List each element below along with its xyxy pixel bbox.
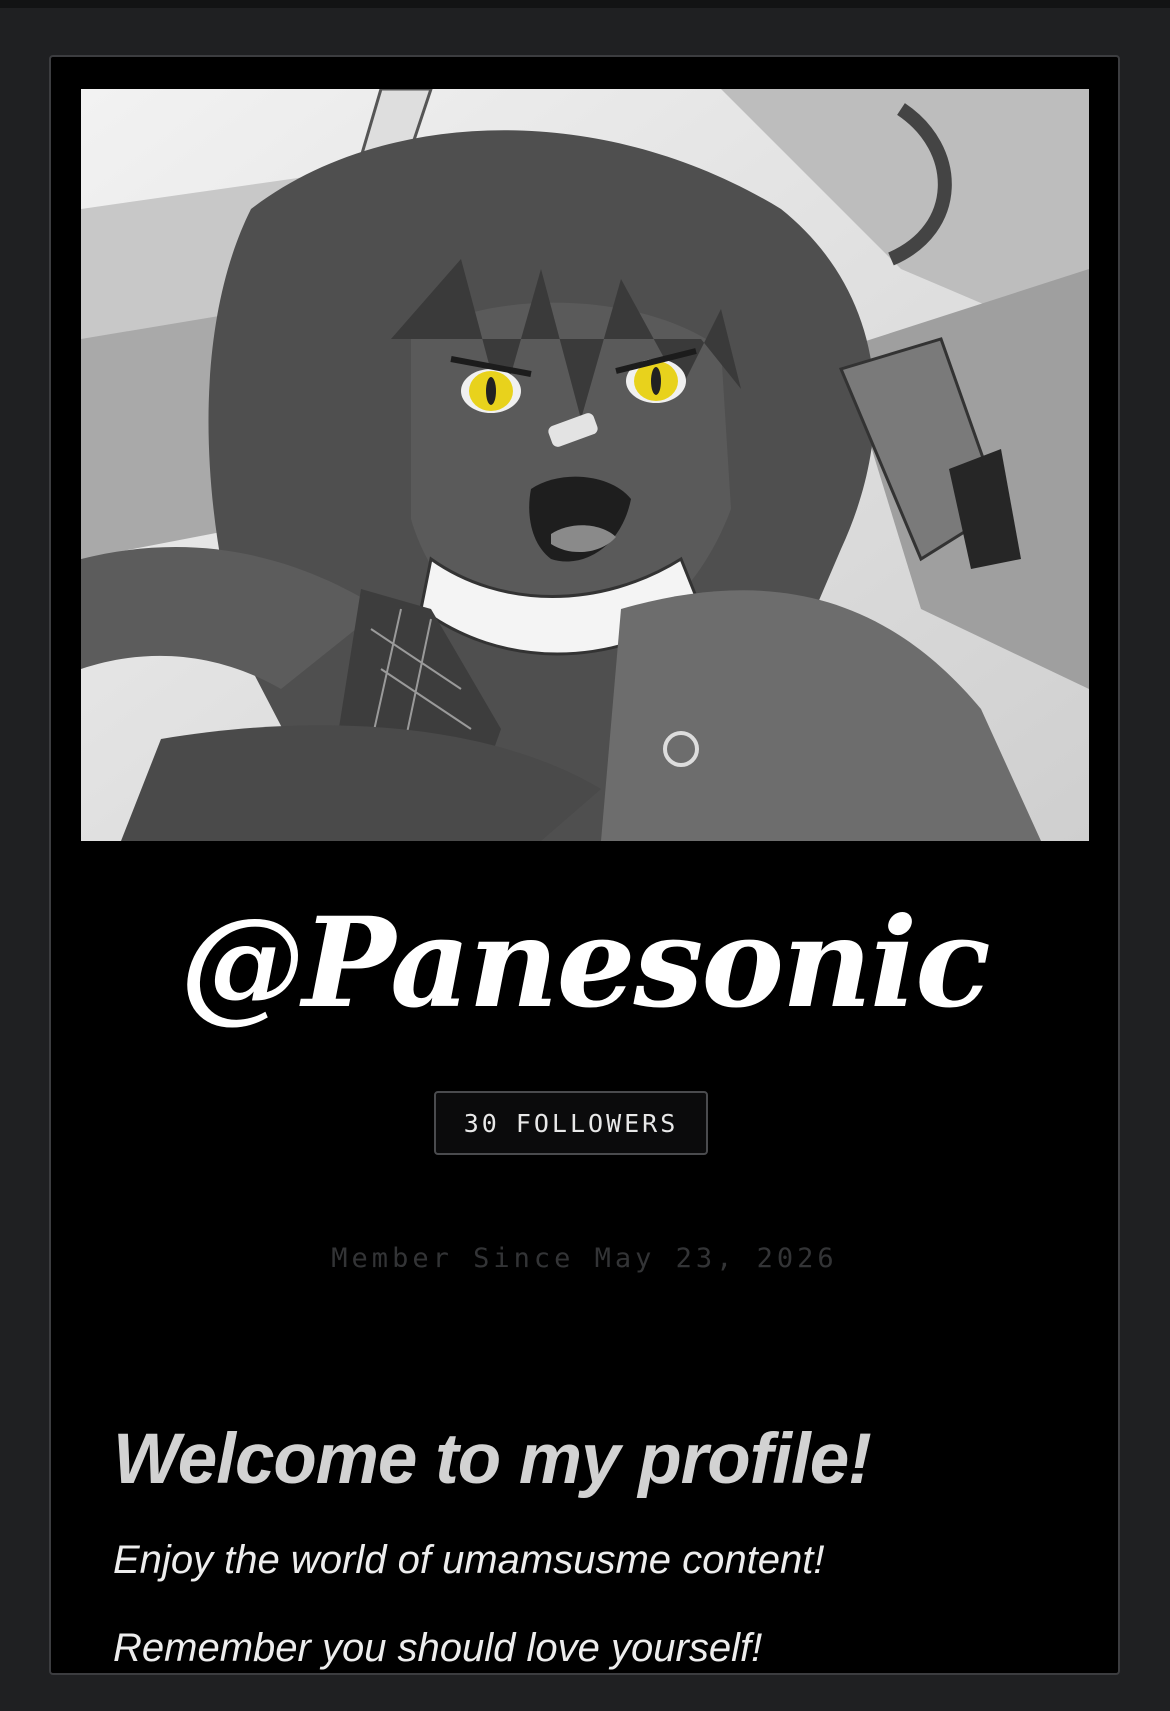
bio-line: Remember you should love yourself! bbox=[113, 1626, 763, 1670]
profile-username: @Panesonic bbox=[180, 891, 991, 1036]
profile-bio: Welcome to my profile! Enjoy the world o… bbox=[113, 1417, 1073, 1711]
followers-count: 30 bbox=[463, 1108, 500, 1138]
followers-label: FOLLOWERS bbox=[515, 1108, 679, 1138]
member-since-date: Member Since May 23, 2026 bbox=[331, 1243, 838, 1274]
profile-card: @Panesonic 30 FOLLOWERS Member Since May… bbox=[49, 55, 1120, 1675]
followers-badge[interactable]: 30 FOLLOWERS bbox=[434, 1091, 708, 1155]
bio-line: Enjoy the world of umamsusme content! bbox=[113, 1538, 825, 1582]
bio-heading: Welcome to my profile! bbox=[113, 1420, 872, 1499]
profile-banner-image bbox=[81, 89, 1089, 841]
top-bar bbox=[0, 0, 1170, 8]
